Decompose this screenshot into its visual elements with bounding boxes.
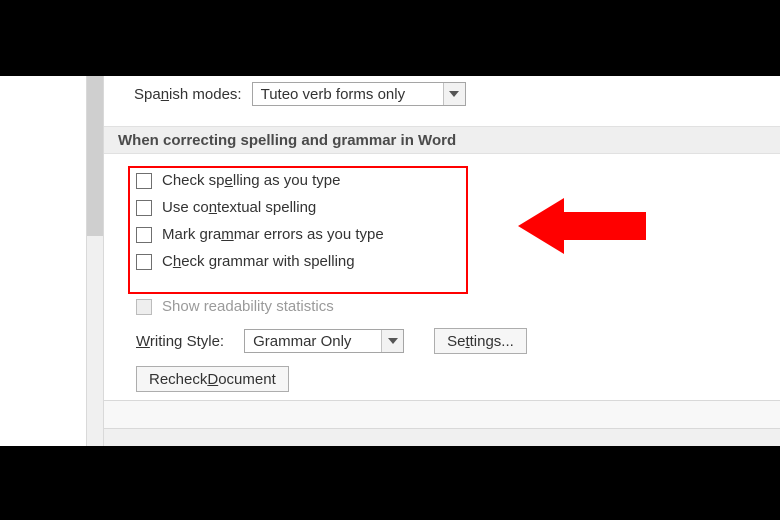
section-divider — [104, 400, 780, 428]
settings-button[interactable]: Settings... — [434, 328, 527, 354]
check-spelling-checkbox[interactable] — [136, 173, 152, 189]
spanish-modes-row: Spanish modes: Tuteo verb forms only — [134, 82, 466, 106]
contextual-spelling-row: Use contextual spelling — [136, 199, 384, 216]
scroll-thumb[interactable] — [87, 76, 103, 236]
section-title: When correcting spelling and grammar in … — [118, 132, 456, 149]
mark-grammar-label: Mark grammar errors as you type — [162, 226, 384, 243]
dialog-panel: Spanish modes: Tuteo verb forms only Whe… — [0, 76, 780, 446]
check-spelling-label: Check spelling as you type — [162, 172, 340, 189]
contextual-spelling-checkbox[interactable] — [136, 200, 152, 216]
check-spelling-row: Check spelling as you type — [136, 172, 384, 189]
scrollbar-vertical[interactable] — [86, 76, 104, 446]
checkbox-list: Check spelling as you type Use contextua… — [136, 172, 384, 270]
scrollbar-horizontal[interactable] — [104, 428, 780, 446]
contextual-spelling-label: Use contextual spelling — [162, 199, 316, 216]
writing-style-select[interactable]: Grammar Only — [244, 329, 404, 353]
readability-label: Show readability statistics — [162, 298, 334, 315]
spanish-modes-label: Spanish modes: — [134, 86, 242, 103]
writing-style-label: Writing Style: — [136, 333, 224, 350]
letterbox: Spanish modes: Tuteo verb forms only Whe… — [0, 0, 780, 520]
readability-row: Show readability statistics — [136, 298, 334, 315]
writing-style-row: Writing Style: Grammar Only Settings... — [136, 328, 527, 354]
mark-grammar-row: Mark grammar errors as you type — [136, 226, 384, 243]
options-content: Spanish modes: Tuteo verb forms only Whe… — [104, 76, 780, 428]
spanish-modes-select[interactable]: Tuteo verb forms only — [252, 82, 466, 106]
chevron-down-icon[interactable] — [381, 330, 403, 352]
annotation-arrow-left-icon — [518, 196, 648, 256]
recheck-row: Recheck Document — [136, 366, 289, 392]
mark-grammar-checkbox[interactable] — [136, 227, 152, 243]
writing-style-value: Grammar Only — [253, 333, 351, 350]
check-grammar-checkbox[interactable] — [136, 254, 152, 270]
recheck-document-button[interactable]: Recheck Document — [136, 366, 289, 392]
chevron-down-icon[interactable] — [443, 83, 465, 105]
check-grammar-label: Check grammar with spelling — [162, 253, 355, 270]
spanish-modes-value: Tuteo verb forms only — [261, 86, 406, 103]
readability-checkbox — [136, 299, 152, 315]
section-header: When correcting spelling and grammar in … — [104, 126, 780, 154]
check-grammar-row: Check grammar with spelling — [136, 253, 384, 270]
